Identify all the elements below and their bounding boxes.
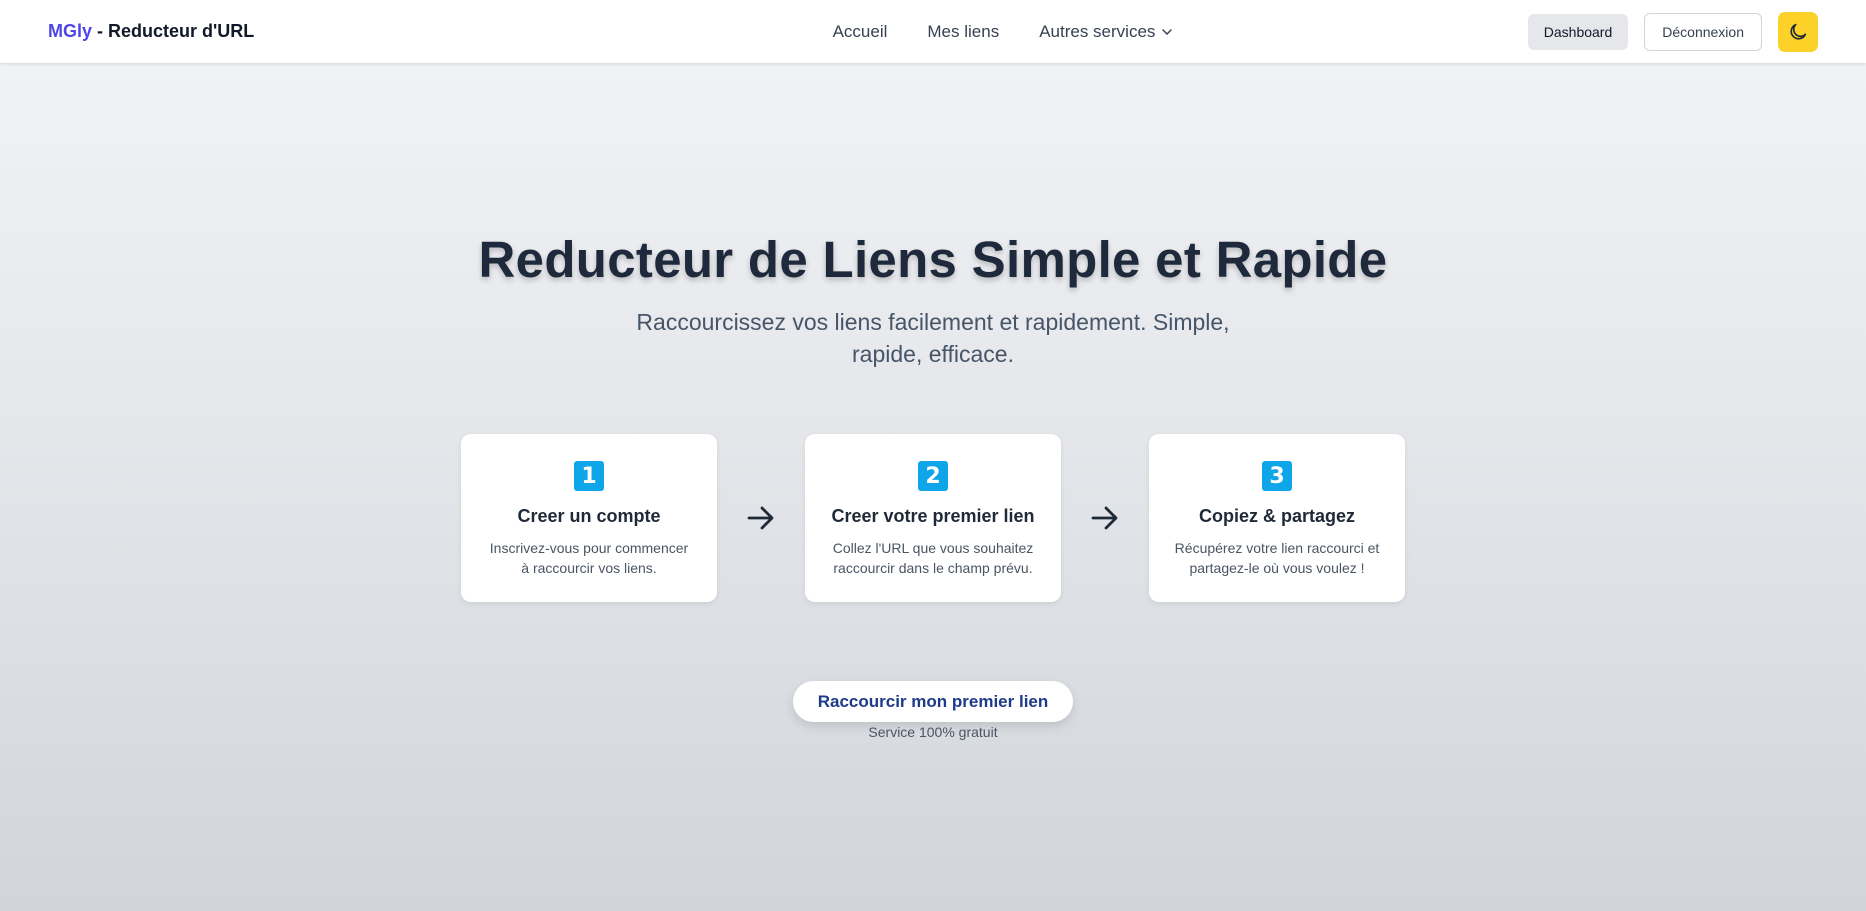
step-description: Récupérez votre lien raccourci et partag…	[1174, 540, 1380, 576]
nav-link-accueil[interactable]: Accueil	[833, 22, 888, 42]
nav-dropdown-autres-services[interactable]: Autres services	[1039, 22, 1173, 42]
step-card-2: 2 Creer votre premier lien Collez l'URL …	[805, 434, 1061, 602]
step-number-badge: 2	[918, 461, 948, 491]
steps-section: 1 Creer un compte Inscrivez-vous pour co…	[461, 434, 1405, 602]
step-description: Collez l'URL que vous souhaitez raccourc…	[832, 540, 1034, 576]
arrow-right-icon	[747, 506, 774, 530]
brand-accent: MGly	[48, 21, 93, 41]
step-description: Inscrivez-vous pour commencer à raccourc…	[489, 540, 689, 576]
step-number-badge: 1	[574, 461, 604, 491]
header-actions: Dashboard Déconnexion	[1527, 11, 1818, 52]
hero-title: Reducteur de Liens Simple et Rapide	[478, 231, 1388, 288]
hero-subtitle: Raccourcissez vos liens facilement et ra…	[636, 309, 1230, 367]
theme-toggle-button[interactable]	[1778, 11, 1818, 52]
logout-button[interactable]: Déconnexion	[1644, 12, 1762, 51]
step-card-3: 3 Copiez & partagez Récupérez votre lien…	[1149, 434, 1405, 602]
chevron-down-icon	[1162, 28, 1173, 35]
step-card-1: 1 Creer un compte Inscrivez-vous pour co…	[461, 434, 717, 602]
free-service-note: Service 100% gratuit	[868, 724, 998, 740]
dashboard-button[interactable]: Dashboard	[1527, 13, 1629, 50]
brand-logo[interactable]: MGly - Reducteur d'URL	[48, 21, 254, 42]
top-navbar: MGly - Reducteur d'URL Accueil Mes liens…	[0, 0, 1866, 63]
step-title: Creer un compte	[517, 506, 661, 526]
brand-name: - Reducteur d'URL	[92, 21, 255, 41]
step-number-badge: 3	[1262, 461, 1292, 491]
nav-link-mes-liens[interactable]: Mes liens	[927, 22, 999, 42]
moon-icon	[1790, 23, 1807, 40]
nav-dropdown-label: Autres services	[1039, 21, 1156, 41]
step-title: Creer votre premier lien	[831, 506, 1035, 526]
step-title: Copiez & partagez	[1198, 506, 1356, 526]
arrow-right-icon	[1091, 506, 1118, 530]
shorten-first-link-button[interactable]: Raccourcir mon premier lien	[793, 681, 1073, 722]
